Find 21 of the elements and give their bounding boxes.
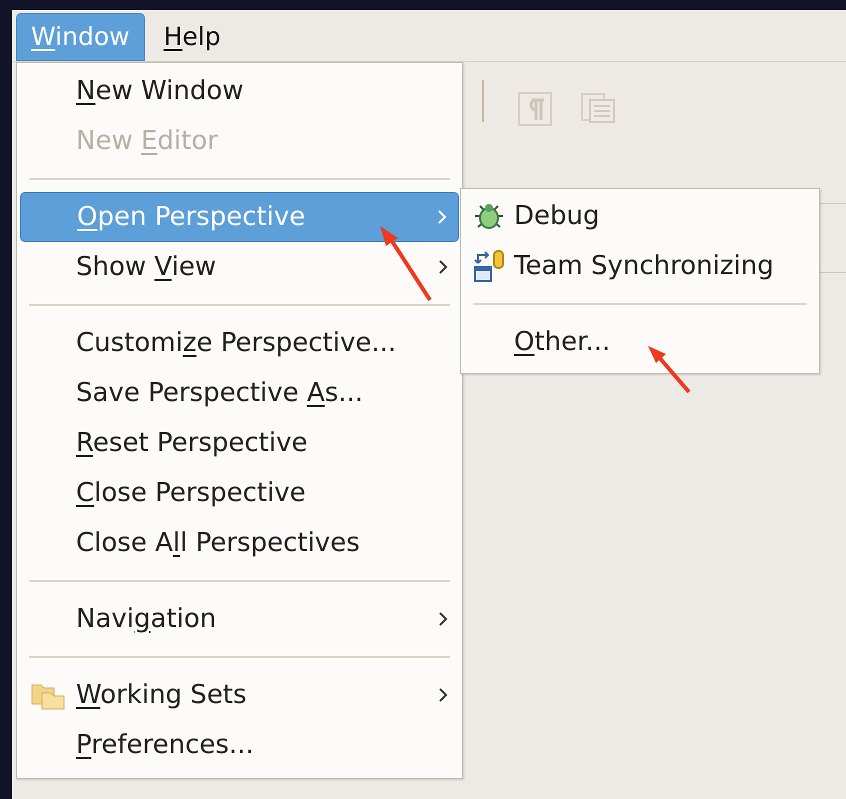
menu-item[interactable]: Debug — [464, 191, 816, 241]
synchronize-icon — [472, 249, 506, 283]
menu-item[interactable]: Show View — [20, 242, 459, 292]
menu-item[interactable]: Close All Perspectives — [20, 518, 459, 568]
menu-item[interactable]: Navigation — [20, 594, 459, 644]
document-list-icon[interactable] — [580, 92, 616, 126]
menu-item[interactable]: New Window — [20, 66, 459, 116]
menu-item[interactable]: Close Perspective — [20, 468, 459, 518]
menu-item[interactable]: Reset Perspective — [20, 418, 459, 468]
menu-item[interactable]: Customize Perspective... — [20, 318, 459, 368]
menu-item[interactable]: Save Perspective As... — [20, 368, 459, 418]
menu-item[interactable]: Preferences... — [20, 720, 459, 770]
chevron-right-icon — [437, 258, 449, 276]
chevron-right-icon — [436, 208, 448, 226]
chevron-right-icon — [437, 610, 449, 628]
menu-item[interactable]: Other... — [464, 317, 816, 367]
menu-item[interactable]: Working Sets — [20, 670, 459, 720]
menu-item[interactable]: Team Synchronizing — [464, 241, 816, 291]
pilcrow-icon[interactable] — [518, 92, 552, 126]
chevron-right-icon — [437, 686, 449, 704]
menu-bar-item[interactable]: Help — [148, 13, 236, 61]
